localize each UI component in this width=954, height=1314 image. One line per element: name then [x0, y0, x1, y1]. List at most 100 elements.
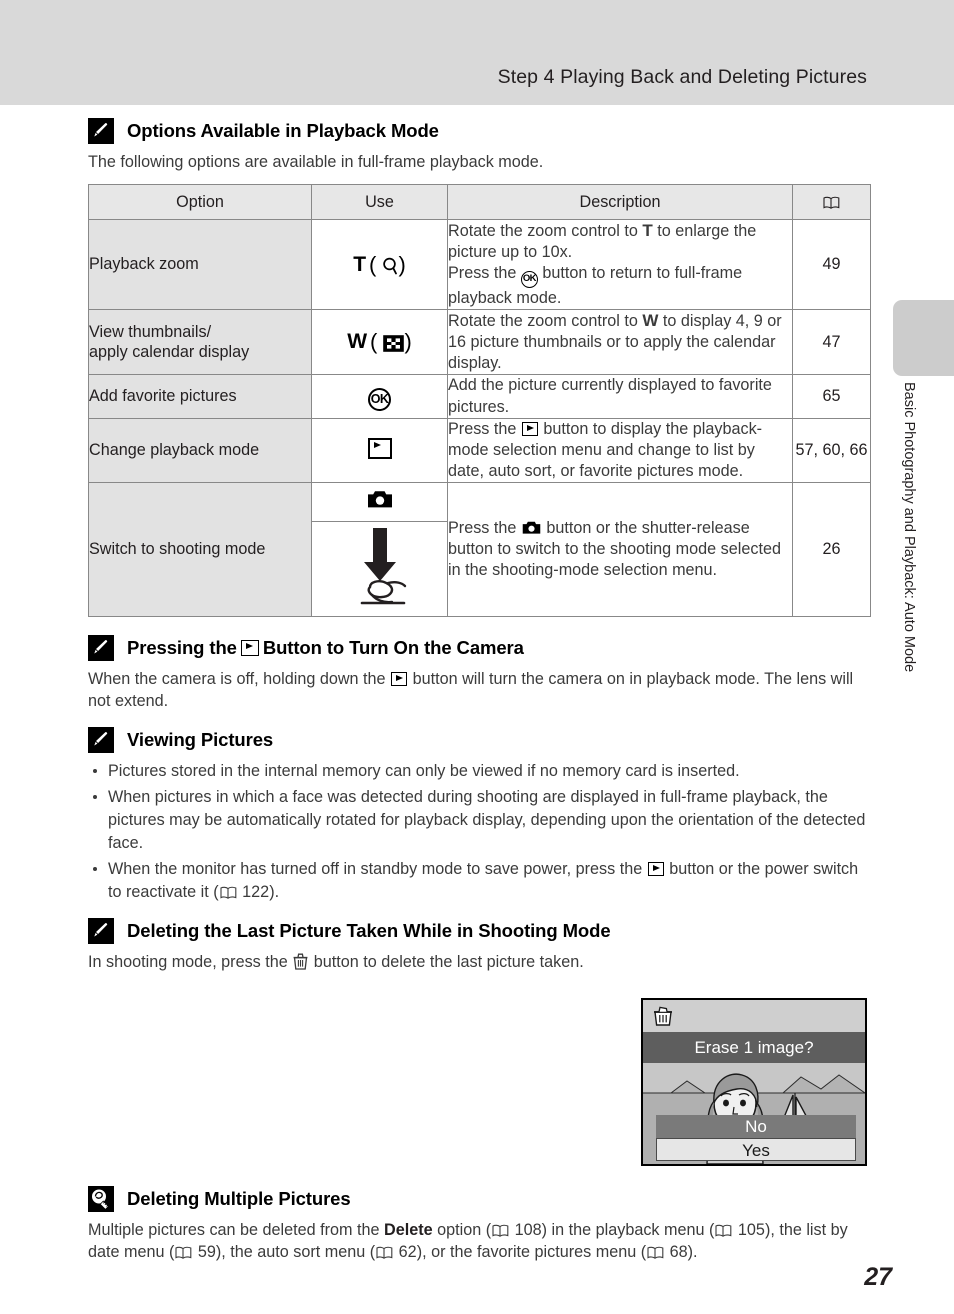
chapter-tab-text: Basic Photography and Playback: Auto Mod…: [901, 382, 917, 673]
camera-screen-figure: Erase 1 image? No Yes: [641, 998, 867, 1166]
body-text: ).: [687, 1243, 698, 1262]
zoom-t-letter-inline: T: [642, 221, 653, 241]
row-desc-add-favorites: Add the picture currently displayed to f…: [447, 374, 793, 419]
playback-options-table: Option Use Description Playback zoom T (…: [88, 184, 871, 617]
row-use-add-favorites: OK: [311, 374, 448, 419]
section-body-deleting-multiple: Multiple pictures can be deleted from th…: [88, 1219, 878, 1263]
row-option-view-thumbnails: View thumbnails/ apply calendar display: [88, 309, 312, 376]
pencil-note-icon: [88, 726, 114, 753]
page-header: Step 4 Playing Back and Deleting Picture…: [0, 0, 954, 105]
row-ref-add-favorites: 65: [792, 374, 871, 419]
section-heading-pressing-play-button: Pressing the Button to Turn On the Camer…: [88, 634, 866, 661]
trash-can-icon: [293, 953, 308, 970]
section-title: Pressing the Button to Turn On the Camer…: [127, 637, 524, 659]
page-reference: 62: [398, 1243, 417, 1262]
book-icon: [220, 883, 237, 899]
body-text: ), or the favorite pictures menu (: [416, 1243, 647, 1262]
body-text: Multiple pictures can be deleted from th…: [88, 1221, 380, 1239]
section-heading-options-playback: Options Available in Playback Mode: [88, 118, 866, 144]
section-body-deleting-last-picture: In shooting mode, press the button to de…: [88, 951, 598, 973]
thumbnail-grid-icon: ( ): [370, 329, 412, 355]
section-title: Viewing Pictures: [127, 728, 274, 750]
page-number: 27: [864, 1263, 892, 1291]
camera-screen-topbar: [643, 1000, 865, 1032]
row-option-switch-shooting-mode: Switch to shooting mode: [88, 481, 312, 617]
ok-button-icon: OK: [368, 388, 391, 412]
row-option-playback-zoom: Playback zoom: [88, 219, 312, 311]
desc-text: Press the: [448, 264, 517, 283]
body-text: In shooting mode, press the: [88, 952, 288, 971]
row-use-change-playback-mode: [311, 417, 448, 483]
playback-button-icon: [521, 421, 538, 436]
table-row: Add favorite pictures OK Add the picture…: [88, 374, 871, 419]
pencil-note-icon: [88, 118, 114, 144]
book-icon: [175, 1243, 192, 1259]
chapter-tab: [893, 300, 954, 376]
row-use-view-thumbnails: W ( ): [311, 309, 448, 376]
playback-button-icon: [391, 671, 408, 686]
section-title: Options Available in Playback Mode: [127, 120, 439, 141]
section-heading-viewing-pictures: Viewing Pictures: [88, 726, 866, 753]
page-reference: 122: [242, 882, 270, 901]
section-body-pressing-play-button: When the camera is off, holding down the…: [88, 668, 866, 712]
option-line-1: View thumbnails/: [89, 322, 212, 341]
playback-button-icon: [240, 639, 259, 656]
section-deleting-multiple-pictures: Deleting Multiple Pictures Multiple pict…: [88, 1186, 878, 1267]
row-desc-playback-zoom: Rotate the zoom control to T to enlarge …: [447, 219, 793, 311]
ok-button-icon: OK: [520, 271, 538, 289]
table-row: Switch to shooting mode Press the button…: [88, 481, 871, 617]
desc-text: Press the: [448, 518, 517, 537]
page-title: Step 4 Playing Back and Deleting Picture…: [497, 66, 867, 88]
page-reference: 105: [737, 1221, 765, 1239]
zoom-t-letter: T: [353, 252, 367, 276]
zoom-w-letter-inline: W: [642, 311, 659, 331]
shutter-release-arrow-icon: [348, 527, 412, 613]
body-text: option (: [437, 1221, 492, 1239]
zoom-w-letter: W: [347, 330, 368, 354]
table-row: Change playback mode Press the button to…: [88, 417, 871, 483]
section-intro-options-playback: The following options are available in f…: [88, 153, 544, 171]
row-use-playback-zoom: T ( ): [311, 219, 448, 311]
page-reference: 68: [669, 1243, 688, 1262]
row-desc-view-thumbnails: Rotate the zoom control to W to display …: [447, 309, 793, 376]
row-ref-change-playback-mode: 57, 60, 66: [792, 417, 871, 483]
playback-button-icon: [367, 437, 392, 459]
table-row: Playback zoom T ( ) Rotate the zoom cont…: [88, 219, 871, 311]
erase-option-no[interactable]: No: [656, 1115, 856, 1138]
row-option-change-playback-mode: Change playback mode: [88, 417, 312, 483]
pencil-note-icon: [88, 917, 114, 944]
delete-option-label: Delete: [384, 1221, 433, 1239]
section-title: Deleting the Last Picture Taken While in…: [127, 919, 611, 941]
body-text: ) in the playback menu (: [541, 1221, 715, 1239]
playback-button-icon: [647, 861, 664, 876]
body-text: When the camera is off, holding down the: [88, 669, 386, 688]
row-desc-change-playback-mode: Press the button to display the playback…: [447, 417, 793, 483]
body-text: When the monitor has turned off in stand…: [108, 859, 643, 878]
column-header-description: Description: [447, 184, 793, 221]
row-option-add-favorites: Add favorite pictures: [88, 374, 312, 419]
section-heading-deleting-multiple: Deleting Multiple Pictures: [88, 1186, 878, 1212]
body-text: ), the auto sort menu (: [215, 1243, 376, 1262]
book-icon: [823, 195, 840, 209]
lightbulb-tip-icon: [88, 1186, 114, 1212]
list-item: When the monitor has turned off in stand…: [88, 858, 866, 904]
erase-option-yes[interactable]: Yes: [656, 1138, 856, 1161]
row-use-camera-button: [311, 481, 448, 522]
magnifier-icon: ( ): [369, 251, 406, 277]
page-reference: 108: [514, 1221, 542, 1239]
viewing-pictures-bullet-list: Pictures stored in the internal memory c…: [88, 760, 866, 904]
row-use-shutter-release: [311, 520, 448, 617]
book-icon: [715, 1221, 732, 1237]
desc-text: Rotate the zoom control to: [448, 222, 638, 241]
book-icon: [647, 1243, 664, 1259]
row-desc-switch-shooting-mode: Press the button or the shutter-release …: [447, 481, 793, 617]
desc-text: Rotate the zoom control to: [448, 312, 638, 331]
book-icon: [492, 1221, 509, 1237]
list-item: When pictures in which a face was detect…: [88, 786, 866, 855]
page-reference: 59: [197, 1243, 216, 1262]
trash-can-icon: [652, 1005, 674, 1027]
section-title-post: Button to Turn On the Camera: [262, 636, 524, 658]
table-row: View thumbnails/ apply calendar display …: [88, 309, 871, 376]
